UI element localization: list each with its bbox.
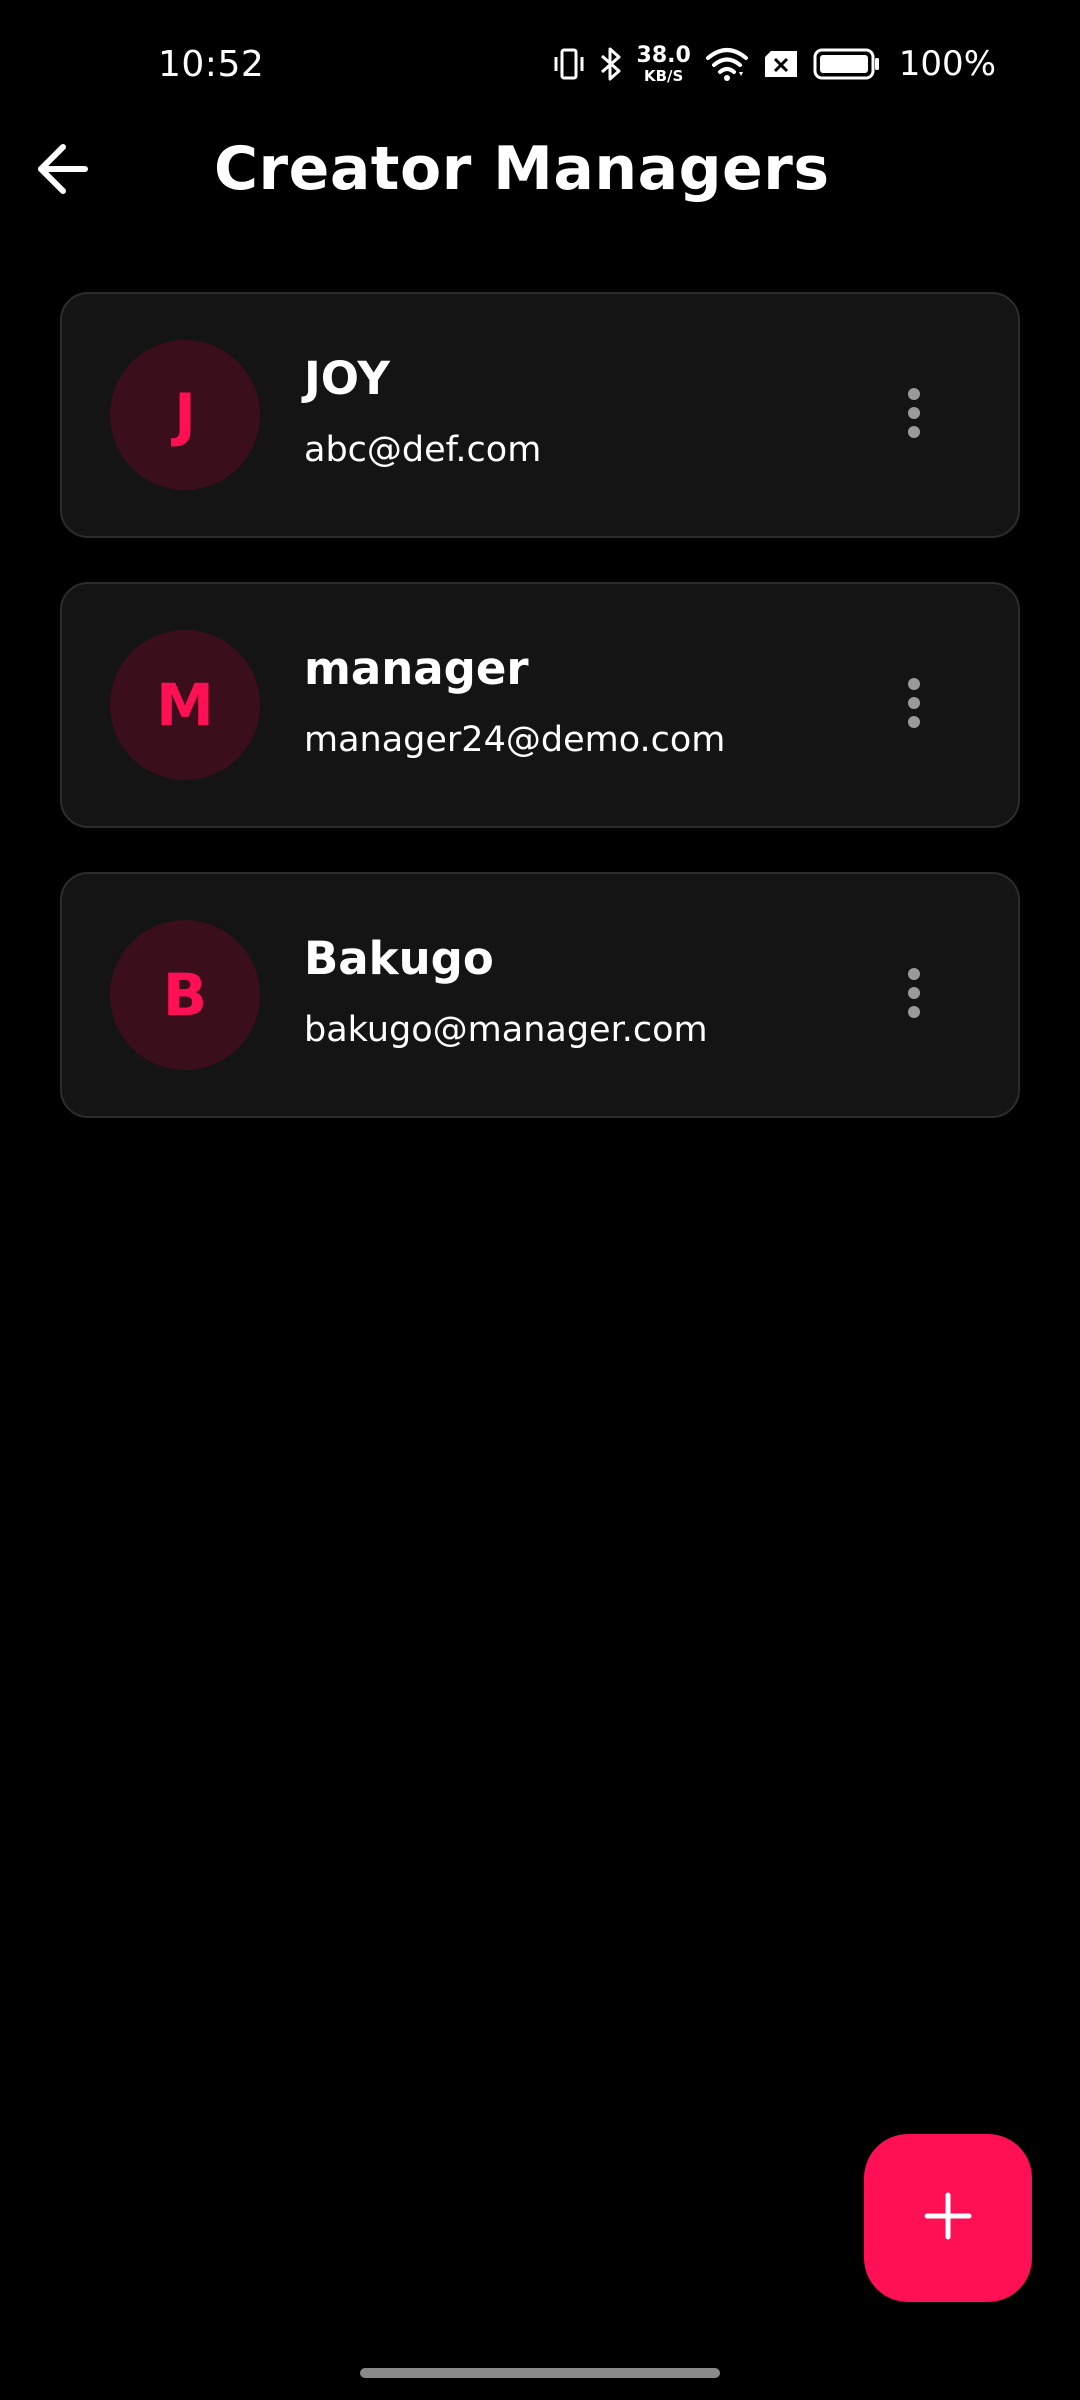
no-sim-icon: [763, 49, 799, 79]
more-options-button[interactable]: [894, 380, 934, 450]
manager-name: JOY: [304, 352, 390, 405]
avatar-initial: B: [162, 961, 208, 1029]
more-vertical-icon: [907, 387, 921, 443]
battery-percent: 100%: [898, 44, 996, 84]
page-title: Creator Managers: [214, 134, 830, 204]
back-button[interactable]: [28, 136, 98, 206]
battery-icon: [813, 48, 881, 80]
more-options-button[interactable]: [894, 670, 934, 740]
avatar: M: [110, 630, 260, 780]
wifi-icon: [705, 46, 749, 82]
manager-name: manager: [304, 642, 529, 695]
manager-card[interactable]: M manager manager24@demo.com: [60, 582, 1020, 828]
manager-email: manager24@demo.com: [304, 720, 726, 760]
bluetooth-icon: [599, 46, 623, 82]
manager-name: Bakugo: [304, 932, 494, 985]
manager-email: abc@def.com: [304, 430, 542, 470]
more-vertical-icon: [907, 677, 921, 733]
plus-icon: [923, 2191, 973, 2245]
status-icons: 38.0 KB/S 100%: [553, 42, 996, 86]
manager-list: J JOY abc@def.com M manager manager24@de…: [60, 292, 1020, 1162]
home-indicator[interactable]: [360, 2368, 720, 2378]
more-vertical-icon: [907, 967, 921, 1023]
vibrate-icon: [553, 47, 585, 81]
more-options-button[interactable]: [894, 960, 934, 1030]
manager-card[interactable]: J JOY abc@def.com: [60, 292, 1020, 538]
avatar: B: [110, 920, 260, 1070]
app-header: Creator Managers: [0, 120, 1080, 220]
manager-card[interactable]: B Bakugo bakugo@manager.com: [60, 872, 1020, 1118]
network-speed-value: 38.0: [636, 42, 691, 68]
network-speed-unit: KB/S: [643, 66, 684, 85]
status-time: 10:52: [158, 44, 265, 85]
arrow-left-icon: [33, 139, 93, 203]
network-speed: 38.0 KB/S: [636, 42, 691, 85]
add-manager-button[interactable]: [864, 2134, 1032, 2302]
status-bar: 10:52 38.0 KB/S 100%: [0, 0, 1080, 130]
avatar-initial: J: [174, 381, 196, 449]
manager-email: bakugo@manager.com: [304, 1010, 708, 1050]
avatar-initial: M: [156, 671, 214, 739]
avatar: J: [110, 340, 260, 490]
